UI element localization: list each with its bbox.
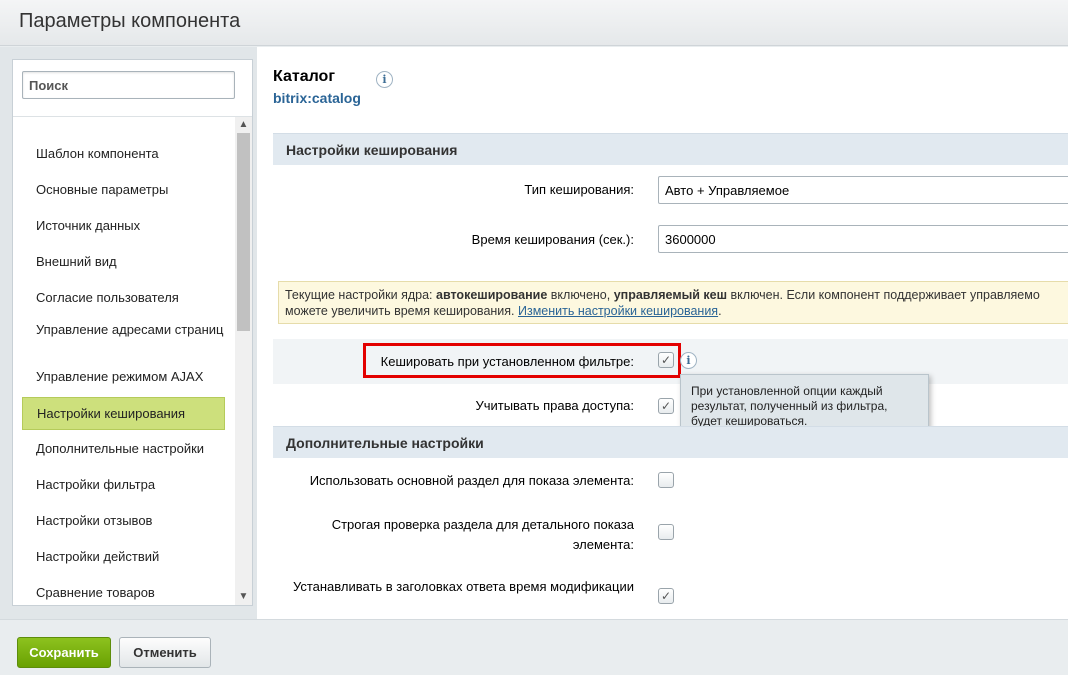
extra-section-heading: Дополнительные настройки	[273, 426, 1068, 458]
component-info-icon[interactable]: i	[376, 71, 393, 88]
strict-check-label-line1: Строгая проверка раздела для детального …	[331, 517, 634, 532]
sidebar-scrollbar[interactable]: ▲ ▼	[235, 117, 252, 605]
note-bold2: управляемый кеш	[613, 288, 728, 302]
window-titlebar: Параметры компонента	[0, 0, 1068, 46]
note-bold1: автокеширование	[436, 288, 548, 302]
sidebar-item-reviews-settings[interactable]: Настройки отзывов	[22, 513, 225, 529]
note-part1: Текущие настройки ядра:	[285, 288, 436, 302]
sidebar: Шаблон компонента Основные параметры Ист…	[12, 59, 253, 606]
last-modified-checkbox[interactable]: ✓	[658, 588, 674, 604]
change-cache-settings-link[interactable]: Изменить настройки кеширования	[518, 304, 718, 318]
sidebar-item-appearance[interactable]: Внешний вид	[22, 254, 225, 270]
note-line2: можете увеличить время кеширования.	[285, 304, 518, 318]
sidebar-item-actions-settings[interactable]: Настройки действий	[22, 549, 225, 565]
cache-filter-checkbox[interactable]: ✓	[658, 352, 674, 368]
cache-note: Текущие настройки ядра: автокеширование …	[278, 281, 1068, 324]
sidebar-item-cache-settings[interactable]: Настройки кеширования	[22, 397, 225, 430]
sidebar-item-data-source[interactable]: Источник данных	[22, 218, 225, 234]
access-rights-label: Учитывать права доступа:	[475, 398, 634, 413]
cancel-button[interactable]: Отменить	[119, 637, 211, 668]
note-end: .	[718, 304, 722, 318]
scroll-thumb[interactable]	[237, 133, 250, 331]
cache-time-input[interactable]	[658, 225, 1068, 253]
component-code: bitrix:catalog	[273, 90, 361, 106]
use-main-section-checkbox[interactable]	[658, 472, 674, 488]
sidebar-item-filter-settings[interactable]: Настройки фильтра	[22, 477, 225, 493]
access-rights-checkbox[interactable]: ✓	[658, 398, 674, 414]
search-wrap	[13, 60, 252, 117]
sidebar-item-compare[interactable]: Сравнение товаров	[22, 585, 225, 601]
scroll-up-icon[interactable]: ▲	[235, 117, 252, 133]
cache-time-label: Время кеширования (сек.):	[471, 232, 634, 247]
component-title: Каталог	[273, 68, 335, 85]
sidebar-item-template[interactable]: Шаблон компонента	[22, 146, 225, 162]
cache-section-heading: Настройки кеширования	[273, 133, 1068, 165]
strict-check-checkbox[interactable]	[658, 524, 674, 540]
sidebar-item-extra-settings[interactable]: Дополнительные настройки	[22, 441, 225, 457]
sidebar-item-user-consent[interactable]: Согласие пользователя	[22, 290, 225, 306]
footer: Сохранить Отменить	[0, 619, 1068, 675]
tooltip-line1: При установленной опции каждый	[691, 384, 883, 398]
sidebar-item-ajax-mode[interactable]: Управление режимом AJAX	[22, 369, 225, 385]
strict-check-label-line2: элемента:	[572, 537, 634, 552]
last-modified-label: Устанавливать в заголовках ответа время …	[292, 579, 634, 594]
note-part2: включено,	[547, 288, 614, 302]
tooltip-line2: результат, полученный из фильтра,	[691, 399, 888, 413]
search-input[interactable]	[22, 71, 235, 99]
cache-filter-info-icon[interactable]: i	[680, 352, 697, 369]
cache-type-select[interactable]: Авто + Управляемое	[658, 176, 1068, 204]
note-part3: включен. Если компонент поддерживает упр…	[727, 288, 1040, 302]
cache-type-label: Тип кеширования:	[524, 182, 634, 197]
scroll-down-icon[interactable]: ▼	[235, 589, 252, 605]
sidebar-item-main-params[interactable]: Основные параметры	[22, 182, 225, 198]
save-button[interactable]: Сохранить	[17, 637, 111, 668]
highlight-box	[363, 343, 681, 378]
sidebar-nav: Шаблон компонента Основные параметры Ист…	[13, 117, 235, 605]
use-main-section-label: Использовать основной раздел для показа …	[309, 473, 634, 488]
window-title: Параметры компонента	[19, 10, 241, 32]
sidebar-item-url-management[interactable]: Управление адресами страниц	[22, 322, 225, 338]
main-panel: Каталог i bitrix:catalog Настройки кешир…	[257, 47, 1068, 619]
